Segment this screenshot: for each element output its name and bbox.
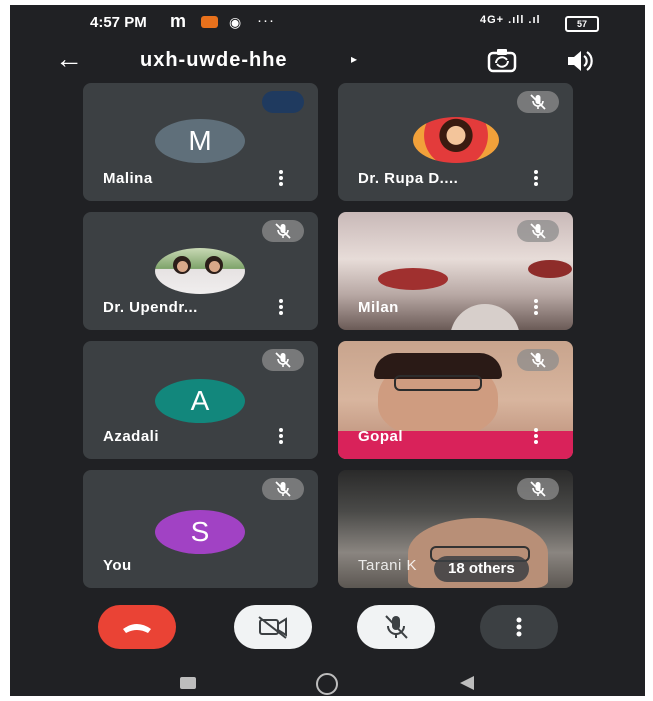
participant-name: Malina [103, 170, 153, 187]
carrier-icon: m [170, 11, 187, 31]
back-nav-button[interactable] [460, 676, 474, 690]
camera-toggle-button[interactable] [234, 605, 312, 649]
more-vert-icon [516, 617, 522, 637]
more-vert-icon[interactable] [278, 170, 284, 188]
meeting-code[interactable]: uxh-uwde-hhe [140, 49, 288, 72]
speaker-icon[interactable] [565, 47, 595, 80]
participant-name: Milan [358, 299, 399, 316]
others-count-chip[interactable]: 18 others [434, 556, 529, 582]
switch-camera-icon[interactable] [486, 47, 518, 80]
meeting-header: ← uxh-uwde-hhe ▸ [10, 41, 645, 81]
participant-name: Dr. Rupa D.... [358, 170, 459, 187]
avatar: A [155, 379, 245, 423]
avatar [413, 117, 499, 163]
signal-icon: 4G+ .ıll .ıl [480, 14, 541, 26]
status-bar: 4:57 PM m ◉ ··· 4G+ .ıll .ıl 57 [10, 5, 645, 39]
status-time: 4:57 PM [90, 14, 147, 31]
avatar: M [155, 119, 245, 163]
avatar [155, 248, 245, 294]
participant-tile[interactable]: Dr. Rupa D.... [338, 83, 573, 201]
end-call-button[interactable] [98, 605, 176, 649]
mic-off-icon [262, 349, 304, 371]
mic-off-icon [262, 478, 304, 500]
more-vert-icon[interactable] [278, 428, 284, 446]
phone-screen: 4:57 PM m ◉ ··· 4G+ .ıll .ıl 57 ← uxh-uw… [10, 5, 645, 696]
participant-tile[interactable]: M Malina [83, 83, 318, 201]
battery-icon: 57 [565, 16, 599, 32]
participant-name: Azadali [103, 428, 160, 445]
mic-off-icon [262, 220, 304, 242]
back-arrow-icon[interactable]: ← [55, 43, 83, 75]
participant-tile[interactable]: A Azadali [83, 341, 318, 459]
notification-badge-icon [201, 16, 218, 28]
chrome-icon: ◉ [229, 14, 242, 30]
mic-off-icon [517, 220, 559, 242]
participant-video-tile[interactable]: Tarani K 18 others [338, 470, 573, 588]
hand-raise-indicator [262, 91, 304, 113]
participant-video-tile[interactable]: Gopal [338, 341, 573, 459]
participant-tile[interactable]: Dr. Upendr... [83, 212, 318, 330]
avatar: S [155, 510, 245, 554]
more-notifications-icon: ··· [257, 12, 275, 29]
more-vert-icon[interactable] [533, 428, 539, 446]
mic-off-icon [385, 615, 408, 639]
video-person [450, 304, 520, 330]
mic-toggle-button[interactable] [357, 605, 435, 649]
participant-video-tile[interactable]: Milan [338, 212, 573, 330]
call-controls [10, 603, 645, 657]
video-glasses [394, 375, 482, 391]
participant-name: Gopal [358, 428, 404, 445]
mic-off-icon [517, 349, 559, 371]
participant-name: Tarani K [358, 557, 418, 574]
participant-name: You [103, 557, 132, 574]
video-background [528, 260, 572, 278]
participant-name: Dr. Upendr... [103, 299, 198, 316]
mic-off-icon [517, 91, 559, 113]
more-vert-icon[interactable] [278, 299, 284, 317]
more-options-button[interactable] [480, 605, 558, 649]
caret-right-icon[interactable]: ▸ [351, 52, 357, 66]
others-count-label: 18 others [448, 560, 515, 577]
more-vert-icon[interactable] [533, 299, 539, 317]
home-button[interactable] [316, 673, 338, 695]
recents-button[interactable] [180, 677, 196, 689]
phone-hangup-icon [123, 624, 151, 633]
video-background [378, 268, 448, 290]
more-vert-icon[interactable] [533, 170, 539, 188]
mic-off-icon [517, 478, 559, 500]
camera-off-icon [258, 616, 287, 639]
system-nav-bar [10, 660, 645, 696]
participant-tile-self[interactable]: S You [83, 470, 318, 588]
